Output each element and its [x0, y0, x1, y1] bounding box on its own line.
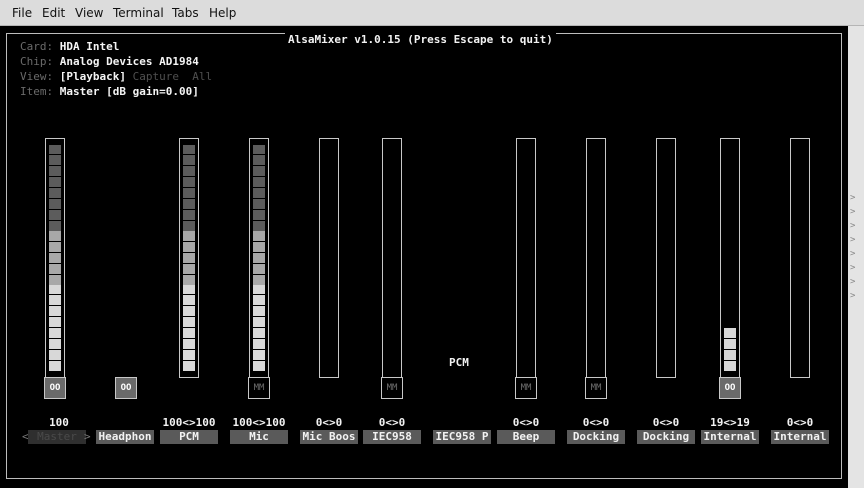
item-line: Item: Master [dB gain=0.00] [20, 85, 199, 98]
view-capture[interactable]: Capture [133, 70, 179, 83]
menu-terminal[interactable]: Terminal [113, 6, 164, 20]
pcm-fill-top [183, 145, 195, 231]
menu-edit[interactable]: Edit [42, 6, 65, 20]
mic-volume-value: 100<>100 [232, 416, 286, 429]
control-name-internal-1[interactable]: Internal [701, 430, 759, 444]
menu-tabs[interactable]: Tabs [172, 6, 199, 20]
chip-value: Analog Devices AD1984 [59, 55, 199, 68]
docking-1-volume-bar[interactable] [586, 138, 606, 378]
iec958-mute-switch[interactable]: MM [381, 377, 403, 399]
mixer-title: AlsaMixer v1.0.15 (Press Escape to quit) [285, 33, 556, 46]
mic-fill-low [253, 285, 265, 371]
docking-1-mute-switch[interactable]: MM [585, 377, 607, 399]
docking-1-volume-value: 0<>0 [582, 416, 610, 429]
mic-fill-mid [253, 231, 265, 285]
scroll-arrow-icon: > [850, 249, 856, 259]
mic-mute-switch[interactable]: MM [248, 377, 270, 399]
internal-1-volume-bar[interactable] [720, 138, 740, 378]
view-all[interactable]: All [192, 70, 212, 83]
scroll-arrow-icon: > [850, 193, 856, 203]
control-name-beep[interactable]: Beep [497, 430, 555, 444]
control-name-pcm[interactable]: PCM [160, 430, 218, 444]
card-line: Card: HDA Intel [20, 40, 119, 53]
chip-label: Chip: [20, 55, 54, 68]
control-name-iec958-p[interactable]: IEC958 P [433, 430, 491, 444]
card-value: HDA Intel [59, 40, 120, 53]
selection-right-marker: > [84, 430, 91, 443]
beep-volume-value: 0<>0 [512, 416, 540, 429]
master-fill-low [49, 285, 61, 371]
internal-2-volume-bar[interactable] [790, 138, 810, 378]
iec958-pcm-label: PCM [449, 356, 469, 369]
view-playback[interactable]: [Playback] [60, 70, 126, 83]
menu-file[interactable]: File [12, 6, 32, 20]
mic-boost-volume-value: 0<>0 [315, 416, 343, 429]
docking-2-volume-value: 0<>0 [652, 416, 680, 429]
mixer-frame: AlsaMixer v1.0.15 (Press Escape to quit) [6, 33, 842, 479]
master-fill-top [49, 145, 61, 231]
pcm-fill-mid [183, 231, 195, 285]
card-label: Card: [20, 40, 54, 53]
beep-mute-switch[interactable]: MM [515, 377, 537, 399]
docking-2-volume-bar[interactable] [656, 138, 676, 378]
control-name-iec958[interactable]: IEC958 [363, 430, 421, 444]
headphone-mute-switch[interactable]: OO [115, 377, 137, 399]
control-name-headphone[interactable]: Headphon [96, 430, 154, 444]
scroll-arrow-icon: > [850, 221, 856, 231]
pcm-fill-low [183, 285, 195, 371]
scroll-arrow-icon: > [850, 291, 856, 301]
chip-line: Chip: Analog Devices AD1984 [20, 55, 199, 68]
scroll-arrow-icon: > [850, 263, 856, 273]
internal-1-volume-value: 19<>19 [710, 416, 750, 429]
view-label: View: [20, 70, 54, 83]
control-name-docking-1[interactable]: Docking [567, 430, 625, 444]
view-line: View: [Playback] Capture All [20, 70, 212, 83]
internal-2-volume-value: 0<>0 [786, 416, 814, 429]
beep-volume-bar[interactable] [516, 138, 536, 378]
mic-fill-top [253, 145, 265, 231]
internal-1-fill [724, 328, 736, 371]
iec958-volume-bar[interactable] [382, 138, 402, 378]
control-name-mic[interactable]: Mic [230, 430, 288, 444]
pcm-volume-bar[interactable] [179, 138, 199, 378]
mic-volume-bar[interactable] [249, 138, 269, 378]
control-name-master[interactable]: Master [28, 430, 86, 444]
master-volume-bar[interactable] [45, 138, 65, 378]
scroll-arrow-icon: > [850, 277, 856, 287]
pcm-volume-value: 100<>100 [162, 416, 216, 429]
item-label: Item: [20, 85, 54, 98]
master-fill-mid [49, 231, 61, 285]
item-value: Master [dB gain=0.00] [59, 85, 199, 98]
scroll-arrow-icon: > [850, 235, 856, 245]
right-scroll-indicator[interactable]: > > > > > > > > [848, 26, 864, 488]
menu-bar: File Edit View Terminal Tabs Help [0, 0, 864, 26]
master-mute-switch[interactable]: OO [44, 377, 66, 399]
terminal-area[interactable]: AlsaMixer v1.0.15 (Press Escape to quit)… [0, 26, 848, 488]
control-name-docking-2[interactable]: Docking [637, 430, 695, 444]
internal-1-mute-switch[interactable]: OO [719, 377, 741, 399]
iec958-volume-value: 0<>0 [378, 416, 406, 429]
master-volume-value: 100 [49, 416, 69, 429]
menu-help[interactable]: Help [209, 6, 236, 20]
control-name-internal-2[interactable]: Internal [771, 430, 829, 444]
menu-view[interactable]: View [75, 6, 103, 20]
control-name-mic-boost[interactable]: Mic Boos [300, 430, 358, 444]
scroll-arrow-icon: > [850, 207, 856, 217]
mic-boost-volume-bar[interactable] [319, 138, 339, 378]
